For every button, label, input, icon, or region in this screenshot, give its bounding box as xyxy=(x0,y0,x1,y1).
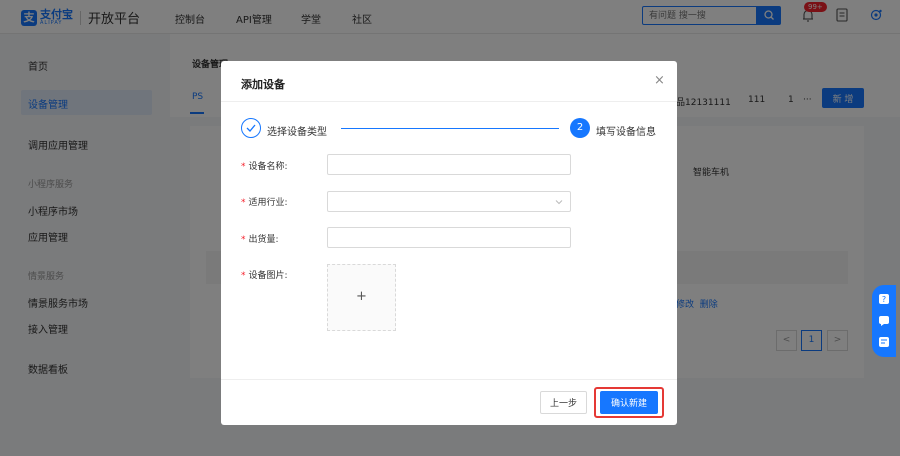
device-image-label: * 设备图片: xyxy=(241,268,288,281)
modal-divider xyxy=(221,101,677,102)
shipment-volume-field xyxy=(327,227,571,248)
industry-select[interactable] xyxy=(327,191,571,212)
image-upload-button[interactable]: + xyxy=(327,264,396,331)
check-icon xyxy=(246,124,256,132)
step1-label: 选择设备类型 xyxy=(267,127,327,138)
step-connector xyxy=(341,128,559,129)
modal-footer-divider xyxy=(221,379,677,380)
device-name-label: * 设备名称: xyxy=(241,159,288,172)
industry-label-text: 适用行业: xyxy=(248,198,288,208)
step2-label: 填写设备信息 xyxy=(596,127,656,138)
step2-number: 2 xyxy=(570,118,590,138)
device-name-field xyxy=(327,154,571,175)
shipment-volume-label-text: 出货量: xyxy=(248,235,279,245)
device-image-label-text: 设备图片: xyxy=(248,271,288,281)
add-device-modal: 添加设备 × 选择设备类型 2 填写设备信息 * 设备名称: * 适用行业: * 出货… xyxy=(221,61,677,425)
help-icon[interactable]: ? xyxy=(878,293,890,305)
shipment-volume-label: * 出货量: xyxy=(241,232,279,245)
required-mark: * xyxy=(241,198,246,208)
shipment-volume-input[interactable] xyxy=(328,228,570,247)
device-name-label-text: 设备名称: xyxy=(248,162,288,172)
device-name-input[interactable] xyxy=(328,155,570,174)
required-mark: * xyxy=(241,271,246,281)
feedback-icon[interactable] xyxy=(878,336,890,348)
step1-done-icon xyxy=(241,118,261,138)
previous-step-button[interactable]: 上一步 xyxy=(540,391,587,414)
industry-label: * 适用行业: xyxy=(241,195,288,208)
svg-text:?: ? xyxy=(882,295,886,304)
required-mark: * xyxy=(241,162,246,172)
modal-title: 添加设备 xyxy=(241,78,285,91)
required-mark: * xyxy=(241,235,246,245)
plus-icon: + xyxy=(356,289,367,304)
chevron-down-icon xyxy=(555,200,563,205)
confirm-create-button[interactable]: 确认新建 xyxy=(600,391,658,414)
chat-icon[interactable] xyxy=(878,315,890,327)
close-icon[interactable]: × xyxy=(654,73,665,88)
